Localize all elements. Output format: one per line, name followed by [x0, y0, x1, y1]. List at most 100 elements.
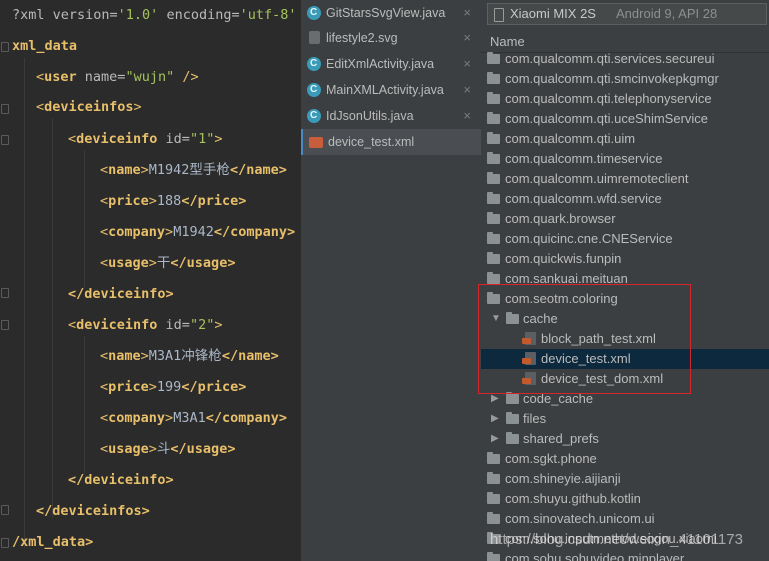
closing-tag: </price>: [181, 379, 247, 395]
code-line[interactable]: <name>M1942型手枪</name>: [100, 159, 287, 181]
close-tab-icon[interactable]: ×: [463, 0, 471, 26]
file-tree-row[interactable]: com.qualcomm.qti.telephonyservice: [481, 89, 769, 109]
close-tab-icon[interactable]: ×: [463, 51, 471, 77]
folder-icon: [487, 452, 500, 464]
file-tree-row[interactable]: com.qualcomm.qti.services.secureui: [481, 49, 769, 69]
tag-bracket: >: [165, 224, 174, 240]
xml-code-editor[interactable]: ?xml version='1.0' encoding='utf-8' xml_d…: [0, 0, 300, 561]
tag-text: 斗: [156, 441, 171, 457]
xml-file-icon: [309, 137, 323, 148]
fold-marker-icon[interactable]: [0, 288, 9, 298]
code-line[interactable]: <price>188</price>: [100, 190, 246, 212]
code-line[interactable]: </deviceinfo>: [68, 283, 174, 305]
tag-name: company: [108, 224, 166, 240]
tab-label: device_test.xml: [328, 135, 415, 149]
file-tree-row[interactable]: com.qualcomm.qti.smcinvokepkgmgr: [481, 69, 769, 89]
folder-icon: [487, 172, 500, 184]
code-line[interactable]: ?xml version='1.0' encoding='utf-8': [12, 4, 297, 26]
file-tree-row[interactable]: com.qualcomm.qti.uceShimService: [481, 109, 769, 129]
file-tree-row[interactable]: com.qualcomm.qti.uim: [481, 129, 769, 149]
file-tree-row[interactable]: ▶ shared_prefs: [481, 429, 769, 449]
code-line[interactable]: </deviceinfo>: [68, 469, 174, 491]
code-line[interactable]: <name>M3A1冲锋枪</name>: [100, 345, 279, 367]
device-details: Android 9, API 28: [616, 6, 718, 21]
indent-guide: [24, 58, 25, 548]
device-selector-dropdown[interactable]: Xiaomi MIX 2S Android 9, API 28: [487, 3, 767, 25]
file-tree-row[interactable]: com.quark.browser: [481, 209, 769, 229]
tab-label: GitStarsSvgView.java: [326, 6, 446, 20]
fold-marker-icon[interactable]: [0, 505, 9, 515]
highlight-annotation-box: [478, 284, 691, 394]
folder-icon: [487, 152, 500, 164]
attr-name: name=: [76, 69, 126, 85]
fold-marker-icon[interactable]: [0, 42, 9, 52]
close-tab-icon[interactable]: ×: [463, 103, 471, 129]
code-line[interactable]: <usage>干</usage>: [100, 252, 235, 274]
file-tree-row[interactable]: com.qualcomm.uimremoteclient: [481, 169, 769, 189]
folder-icon: [506, 432, 519, 444]
code-line[interactable]: <company>M3A1</company>: [100, 407, 287, 429]
editor-tabs-list: GitStarsSvgView.java×lifestyle2.svg×Edit…: [300, 0, 483, 561]
code-line[interactable]: /xml_data>: [12, 531, 93, 553]
attr-value: '1.0': [117, 7, 159, 23]
close-tab-icon[interactable]: ×: [463, 25, 471, 51]
file-tree-label: com.sinovatech.unicom.ui: [505, 511, 655, 526]
tag-name: deviceinfo: [76, 131, 158, 147]
code-line[interactable]: </deviceinfos>: [36, 500, 150, 522]
code-line[interactable]: xml_data: [12, 35, 77, 57]
tag-bracket: >: [148, 441, 157, 457]
closing-tag: </name>: [221, 348, 279, 364]
code-line[interactable]: <usage>斗</usage>: [100, 438, 235, 460]
editor-tab[interactable]: IdJsonUtils.java ×: [301, 103, 481, 129]
file-tree-row[interactable]: com.sgkt.phone: [481, 449, 769, 469]
file-tree-row[interactable]: com.quickwis.funpin: [481, 249, 769, 269]
editor-tab[interactable]: device_test.xml: [301, 129, 483, 155]
file-tree-row[interactable]: com.shineyie.aijianji: [481, 469, 769, 489]
fold-marker-icon[interactable]: [0, 104, 9, 114]
tag-text: M3A1: [173, 410, 206, 426]
fold-marker-icon[interactable]: [0, 135, 9, 145]
file-tree-row[interactable]: com.sohu.sohuvideo.minplayer: [481, 549, 769, 561]
folder-icon: [487, 272, 500, 284]
file-tree-row[interactable]: ▶ files: [481, 409, 769, 429]
file-tree-row[interactable]: com.sinovatech.unicom.ui: [481, 509, 769, 529]
fold-marker-icon[interactable]: [0, 538, 9, 548]
collapsed-arrow-icon[interactable]: ▶: [491, 409, 499, 429]
closing-tag: </name>: [229, 162, 287, 178]
editor-tab[interactable]: MainXMLActivity.java ×: [301, 77, 481, 103]
tab-label: lifestyle2.svg: [326, 31, 398, 45]
closing-tag: </usage>: [170, 441, 236, 457]
editor-tab[interactable]: lifestyle2.svg ×: [301, 25, 481, 51]
folder-icon: [487, 212, 500, 224]
tag-name: name: [108, 348, 141, 364]
close-tab-icon[interactable]: ×: [463, 77, 471, 103]
file-tree-row[interactable]: com.qualcomm.wfd.service: [481, 189, 769, 209]
folder-icon: [487, 132, 500, 144]
tag-name: deviceinfos: [44, 99, 134, 115]
code-line[interactable]: <deviceinfo id="2">: [68, 314, 222, 336]
code-line[interactable]: <deviceinfo id="1">: [68, 128, 222, 150]
code-line[interactable]: <price>199</price>: [100, 376, 246, 398]
code-line[interactable]: <company>M1942</company>: [100, 221, 295, 243]
editor-tab[interactable]: GitStarsSvgView.java ×: [301, 0, 481, 26]
file-tree-label: com.qualcomm.qti.uim: [505, 131, 636, 146]
tag-bracket: <: [68, 317, 77, 333]
java-class-icon: [307, 103, 321, 129]
tag-bracket: >: [148, 255, 157, 271]
tab-label: MainXMLActivity.java: [326, 83, 444, 97]
code-line[interactable]: <user name="wujn" />: [36, 66, 199, 88]
tag-bracket: >: [140, 162, 149, 178]
fold-marker-icon[interactable]: [0, 320, 9, 330]
phone-icon: [494, 8, 504, 22]
tag-bracket: <: [100, 255, 109, 271]
file-tree-row[interactable]: com.shuyu.github.kotlin: [481, 489, 769, 509]
java-class-icon: [307, 51, 321, 77]
file-tree-row[interactable]: com.quicinc.cne.CNEService: [481, 229, 769, 249]
attr-value: "1": [189, 131, 215, 147]
collapsed-arrow-icon[interactable]: ▶: [491, 429, 499, 449]
code-line[interactable]: <deviceinfos>: [36, 96, 142, 118]
editor-tab[interactable]: EditXmlActivity.java ×: [301, 51, 481, 77]
folder-icon: [487, 232, 500, 244]
file-tree-label: shared_prefs: [523, 431, 599, 446]
file-tree-row[interactable]: com.qualcomm.timeservice: [481, 149, 769, 169]
